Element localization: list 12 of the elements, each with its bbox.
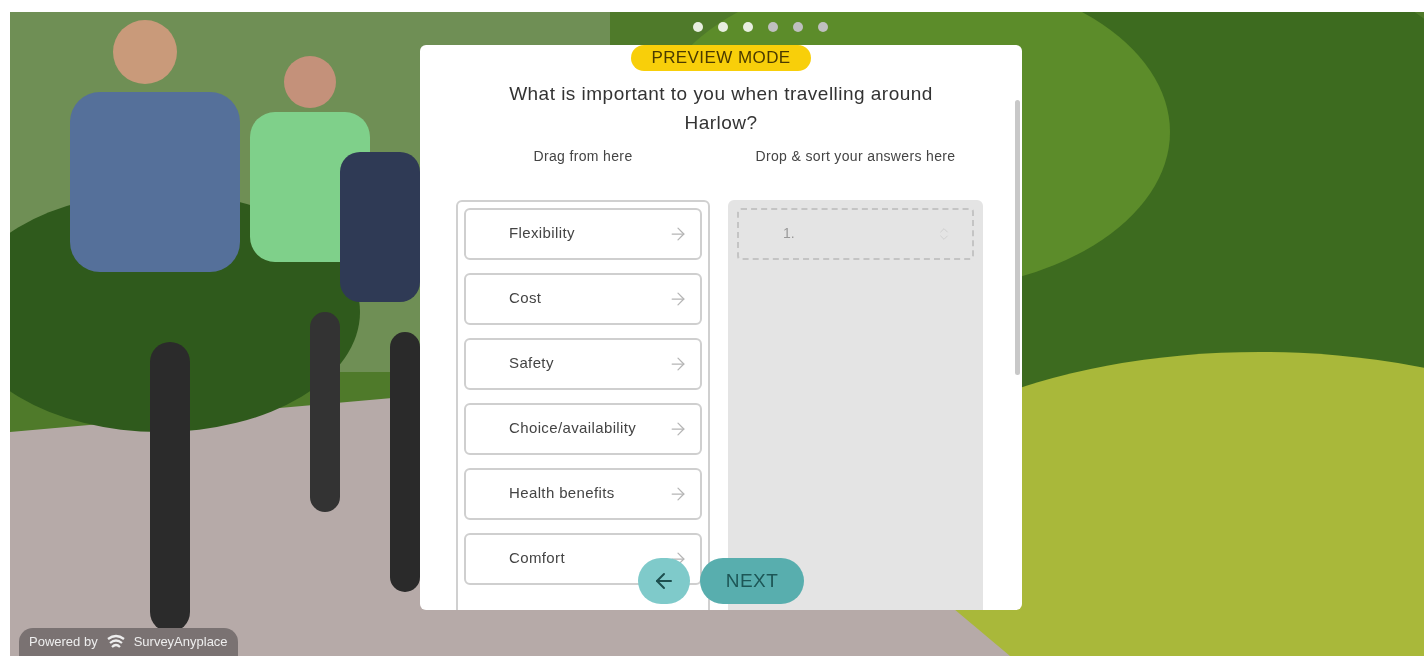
back-button[interactable] <box>638 558 690 604</box>
answer-option[interactable]: Flexibility <box>464 207 702 260</box>
preview-mode-badge: PREVIEW MODE <box>631 45 811 71</box>
question-text: What is important to you when travelling around Harlow? <box>508 81 934 135</box>
answer-option[interactable]: Cost <box>464 272 702 325</box>
answer-option[interactable]: Safety <box>464 337 702 390</box>
answer-option[interactable]: Health benefits <box>464 467 702 520</box>
column-heading: Drag from here <box>532 146 634 166</box>
answer-option[interactable]: Choice/availability <box>464 402 702 455</box>
powered-by-text: Powered by <box>29 633 98 652</box>
brand-name: SurveyAnyplace <box>133 633 228 652</box>
column-heading: Drop & sort your answers here <box>754 146 957 166</box>
